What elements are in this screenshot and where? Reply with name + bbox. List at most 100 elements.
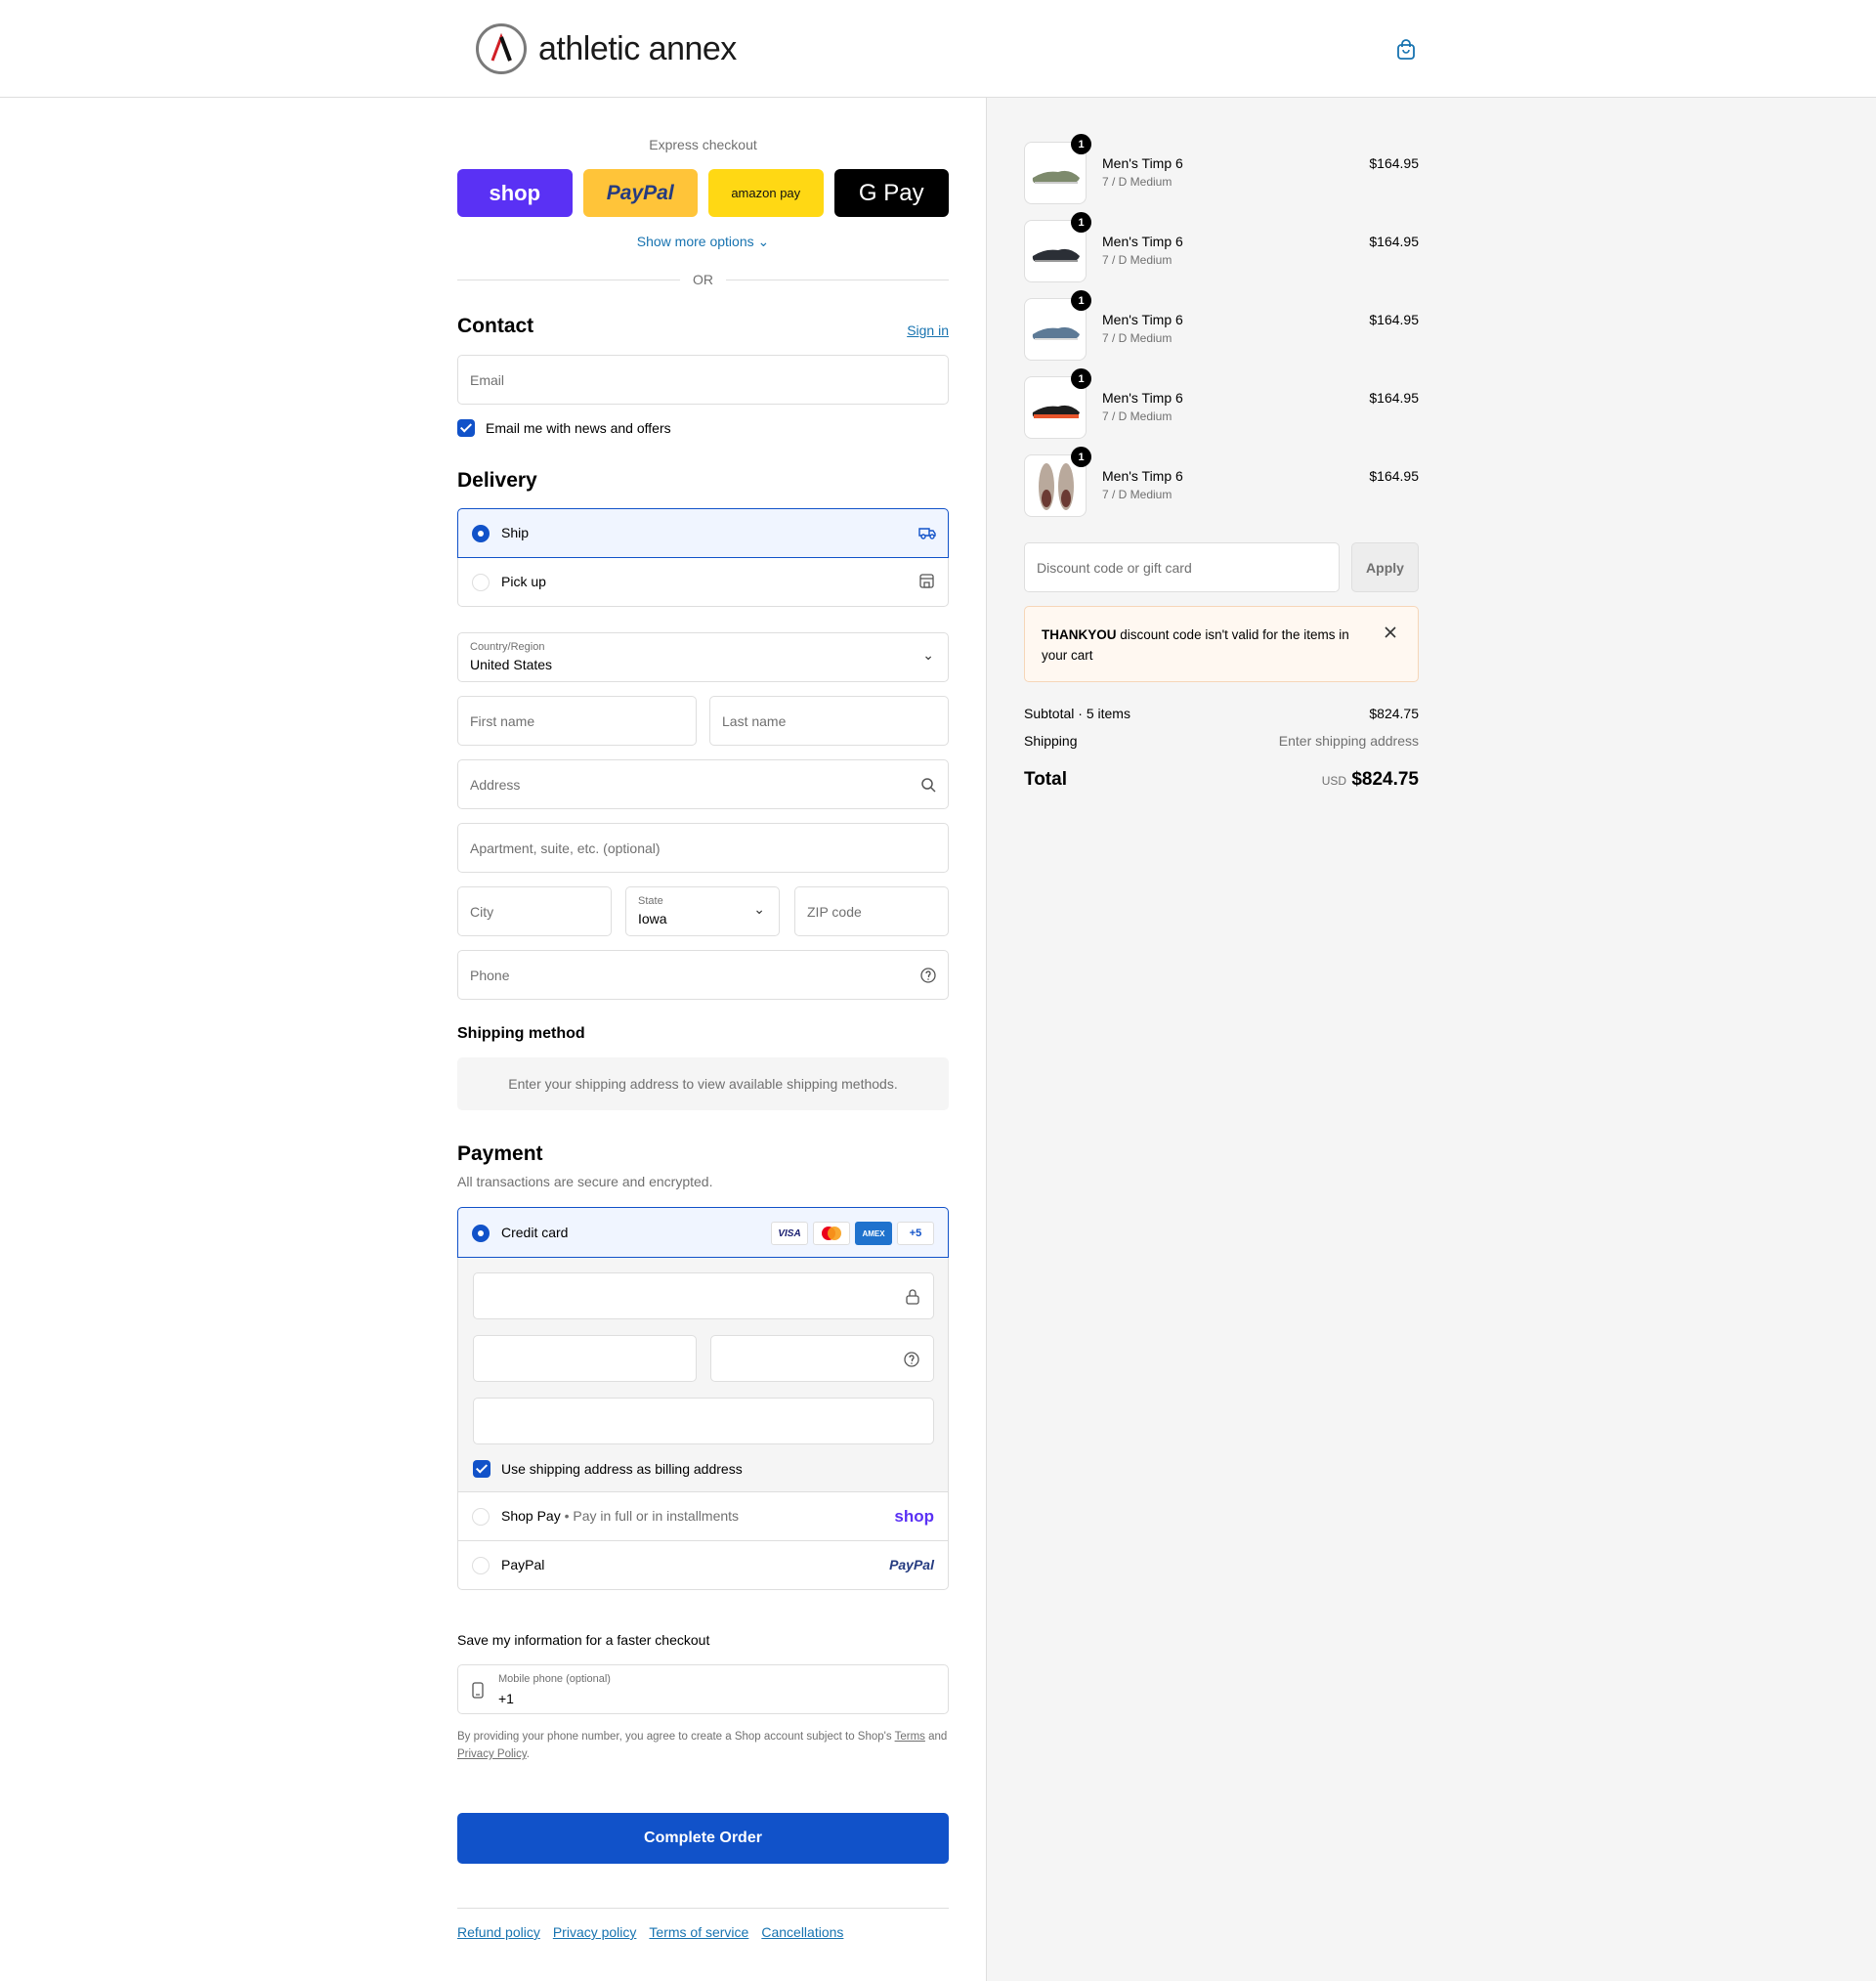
quantity-badge: 1 bbox=[1071, 368, 1091, 389]
billing-checkbox[interactable] bbox=[473, 1460, 490, 1478]
product-price: $164.95 bbox=[1369, 468, 1419, 484]
shopping-bag-icon[interactable] bbox=[1395, 39, 1417, 61]
product-variant: 7 / D Medium bbox=[1102, 488, 1172, 501]
shop-pay-radio[interactable] bbox=[472, 1508, 490, 1526]
delivery-options: Ship Pick up bbox=[457, 508, 949, 607]
security-code-field[interactable] bbox=[710, 1335, 934, 1382]
help-circle-icon[interactable] bbox=[920, 968, 936, 983]
paypal-logo: PayPal bbox=[889, 1557, 934, 1572]
credit-card-form: Use shipping address as billing address bbox=[458, 1258, 948, 1492]
product-variant: 7 / D Medium bbox=[1102, 175, 1172, 189]
save-info-legal: By providing your phone number, you agre… bbox=[457, 1731, 948, 1760]
address-field[interactable]: Address bbox=[457, 759, 949, 809]
mobile-phone-icon bbox=[472, 1682, 484, 1699]
mastercard-icon bbox=[813, 1222, 850, 1245]
line-item: 1 Men's Timp 6 7 / D Medium $164.95 bbox=[1024, 290, 1419, 361]
product-name: Men's Timp 6 bbox=[1102, 234, 1183, 249]
chevron-down-icon: ⌄ bbox=[757, 234, 770, 249]
product-price: $164.95 bbox=[1369, 234, 1419, 249]
product-price: $164.95 bbox=[1369, 390, 1419, 406]
paypal-option[interactable]: PayPal PayPal bbox=[458, 1541, 948, 1590]
state-select[interactable]: State Iowa ⌄ bbox=[625, 886, 780, 936]
quantity-badge: 1 bbox=[1071, 134, 1091, 154]
shop-pay-option[interactable]: Shop Pay • Pay in full or in installment… bbox=[458, 1492, 948, 1541]
product-name: Men's Timp 6 bbox=[1102, 155, 1183, 171]
google-pay-express-button[interactable]: G Pay bbox=[833, 169, 949, 217]
paypal-radio[interactable] bbox=[472, 1557, 490, 1574]
currency-code: USD bbox=[1321, 774, 1347, 788]
quantity-badge: 1 bbox=[1071, 290, 1091, 311]
discount-code-field[interactable]: Discount code or gift card bbox=[1024, 542, 1340, 592]
express-buttons: shop PayPal amazon pay G Pay bbox=[457, 169, 949, 217]
credit-card-radio[interactable] bbox=[472, 1225, 490, 1242]
product-variant: 7 / D Medium bbox=[1102, 253, 1172, 267]
payment-title: Payment bbox=[457, 1142, 543, 1165]
terms-link[interactable]: Terms bbox=[895, 1731, 925, 1743]
contact-title: Contact bbox=[457, 315, 534, 337]
shipping-method-notice: Enter your shipping address to view avai… bbox=[457, 1057, 949, 1110]
mobile-phone-field[interactable]: Mobile phone (optional) +1 bbox=[457, 1664, 949, 1714]
apply-discount-button[interactable]: Apply bbox=[1351, 542, 1419, 592]
footer-divider bbox=[457, 1908, 949, 1909]
subtotal-label: Subtotal · 5 items bbox=[1024, 706, 1130, 721]
shop-pay-express-button[interactable]: shop bbox=[457, 169, 573, 217]
phone-field[interactable]: Phone bbox=[457, 950, 949, 1000]
product-name: Men's Timp 6 bbox=[1102, 312, 1183, 327]
news-label: Email me with news and offers bbox=[486, 420, 671, 436]
amazon-pay-express-button[interactable]: amazon pay bbox=[708, 169, 824, 217]
privacy-policy-link[interactable]: Privacy Policy bbox=[457, 1748, 527, 1760]
cancellations-link[interactable]: Cancellations bbox=[761, 1924, 843, 1940]
ship-option[interactable]: Ship bbox=[457, 508, 949, 558]
close-icon[interactable] bbox=[1385, 626, 1396, 638]
quantity-badge: 1 bbox=[1071, 212, 1091, 233]
email-field[interactable]: Email bbox=[457, 355, 949, 405]
header: athletic annex bbox=[0, 0, 1876, 98]
expiration-field[interactable] bbox=[473, 1335, 697, 1382]
paypal-express-button[interactable]: PayPal bbox=[582, 169, 698, 217]
name-on-card-field[interactable] bbox=[473, 1398, 934, 1444]
city-field[interactable]: City bbox=[457, 886, 612, 936]
subtotal-value: $824.75 bbox=[1369, 706, 1419, 721]
visa-icon: VISA bbox=[771, 1222, 808, 1245]
store-icon bbox=[919, 574, 934, 588]
show-more-options-link[interactable]: Show more options ⌄ bbox=[457, 234, 949, 250]
search-icon bbox=[921, 778, 936, 793]
first-name-field[interactable]: First name bbox=[457, 696, 697, 746]
credit-card-option[interactable]: Credit card VISA AMEX +5 bbox=[457, 1207, 949, 1258]
shipping-method-title: Shipping method bbox=[457, 1025, 585, 1042]
complete-order-button[interactable]: Complete Order bbox=[457, 1813, 949, 1864]
chevron-down-icon: ⌄ bbox=[922, 647, 934, 663]
refund-policy-link[interactable]: Refund policy bbox=[457, 1924, 540, 1940]
card-number-field[interactable] bbox=[473, 1272, 934, 1319]
total-value: USD $824.75 bbox=[1321, 769, 1419, 790]
line-item: 1 Men's Timp 6 7 / D Medium $164.95 bbox=[1024, 368, 1419, 439]
shipping-value: Enter shipping address bbox=[1278, 733, 1419, 749]
truck-icon bbox=[918, 528, 936, 539]
last-name-field[interactable]: Last name bbox=[709, 696, 949, 746]
or-divider: OR bbox=[457, 270, 949, 289]
line-item: 1 Men's Timp 6 7 / D Medium $164.95 bbox=[1024, 447, 1419, 517]
country-select[interactable]: Country/Region United States ⌄ bbox=[457, 632, 949, 682]
ship-radio[interactable] bbox=[472, 525, 490, 542]
privacy-policy-footer-link[interactable]: Privacy policy bbox=[553, 1924, 637, 1940]
discount-error-banner: THANKYOU discount code isn't valid for t… bbox=[1024, 606, 1419, 682]
more-cards-badge: +5 bbox=[897, 1222, 934, 1245]
product-price: $164.95 bbox=[1369, 155, 1419, 171]
delivery-title: Delivery bbox=[457, 469, 537, 492]
pickup-option[interactable]: Pick up bbox=[458, 558, 948, 607]
lock-icon bbox=[906, 1289, 919, 1305]
billing-label: Use shipping address as billing address bbox=[501, 1461, 743, 1477]
zip-field[interactable]: ZIP code bbox=[794, 886, 949, 936]
pickup-radio[interactable] bbox=[472, 574, 490, 591]
help-circle-icon[interactable] bbox=[904, 1352, 919, 1367]
sign-in-link[interactable]: Sign in bbox=[907, 323, 949, 338]
chevron-down-icon: ⌄ bbox=[753, 901, 765, 917]
line-item: 1 Men's Timp 6 7 / D Medium $164.95 bbox=[1024, 212, 1419, 282]
terms-of-service-link[interactable]: Terms of service bbox=[649, 1924, 748, 1940]
product-variant: 7 / D Medium bbox=[1102, 331, 1172, 345]
express-checkout-title: Express checkout bbox=[649, 137, 757, 152]
discount-code: THANKYOU bbox=[1042, 627, 1117, 642]
brand-logo[interactable]: athletic annex bbox=[476, 23, 737, 74]
news-checkbox[interactable] bbox=[457, 419, 475, 437]
apartment-field[interactable]: Apartment, suite, etc. (optional) bbox=[457, 823, 949, 873]
